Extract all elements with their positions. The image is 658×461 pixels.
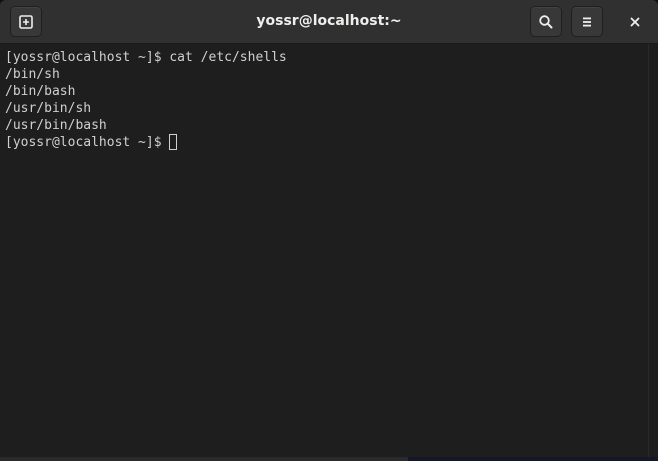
search-icon bbox=[539, 14, 553, 28]
desktop-background-edge bbox=[408, 457, 658, 461]
shell-prompt: [yossr@localhost ~]$ bbox=[5, 135, 170, 150]
scrollbar[interactable] bbox=[648, 44, 658, 457]
terminal-line-output: /bin/bash bbox=[5, 84, 76, 99]
text-cursor bbox=[169, 134, 178, 150]
main-menu-button[interactable] bbox=[571, 6, 603, 37]
terminal-output[interactable]: [yossr@localhost ~]$ cat /etc/shells /bi… bbox=[0, 44, 648, 461]
window-title: yossr@localhost:~ bbox=[256, 13, 402, 29]
terminal-line-output: /usr/bin/bash bbox=[5, 118, 107, 133]
close-icon bbox=[630, 17, 640, 26]
terminal-line-command: [yossr@localhost ~]$ cat /etc/shells bbox=[5, 50, 287, 65]
terminal-line-output: /bin/sh bbox=[5, 67, 60, 82]
new-tab-icon bbox=[19, 14, 33, 29]
terminal-line-output: /usr/bin/sh bbox=[5, 101, 92, 116]
search-button[interactable] bbox=[530, 6, 562, 37]
close-button[interactable] bbox=[620, 6, 650, 37]
terminal-prompt-line[interactable]: [yossr@localhost ~]$ bbox=[5, 134, 648, 151]
terminal-window: yossr@localhost:~ [yossr@localhost ~]$ c… bbox=[0, 0, 658, 461]
new-tab-button[interactable] bbox=[10, 6, 42, 37]
hamburger-menu-icon bbox=[583, 17, 591, 26]
header-bar: yossr@localhost:~ bbox=[0, 0, 658, 44]
